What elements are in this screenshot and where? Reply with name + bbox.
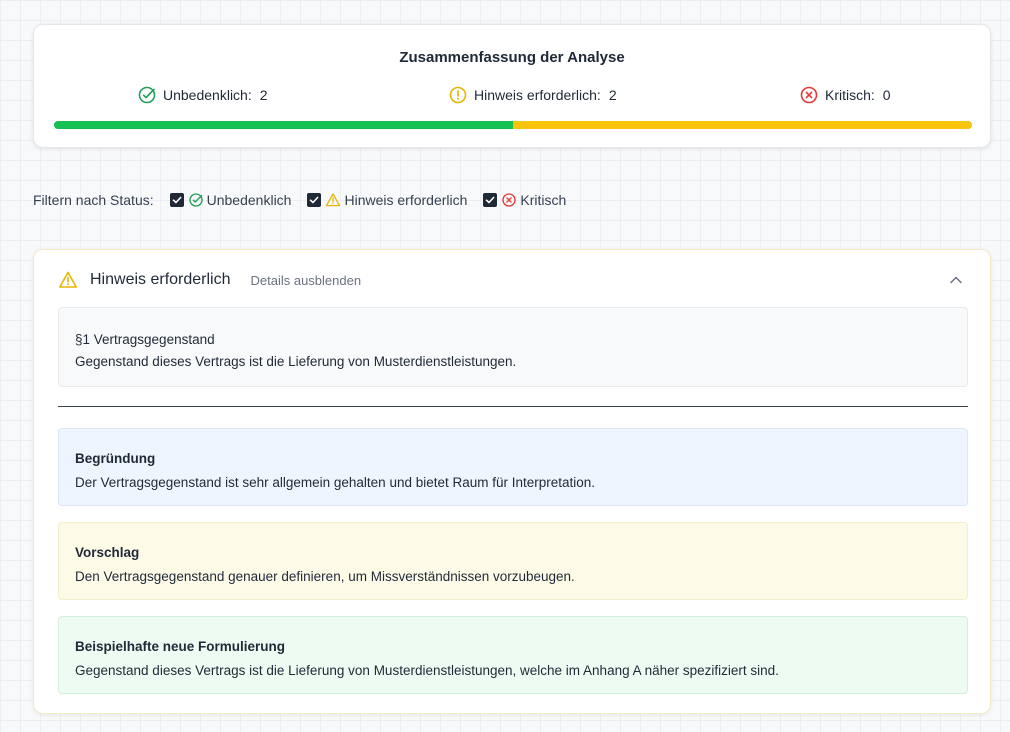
filter-option-label: Hinweis erforderlich: [344, 192, 468, 208]
chevron-up-icon[interactable]: [946, 270, 966, 290]
check-circle-icon: [137, 85, 157, 105]
warning-triangle-icon: [325, 192, 341, 208]
stat-hinweis: Hinweis erforderlich: 2: [448, 85, 617, 105]
reason-box: Begründung Der Vertragsgegenstand ist se…: [58, 428, 968, 506]
example-text: Gegenstand dieses Vertrags ist die Liefe…: [75, 663, 779, 678]
checkbox-kritisch[interactable]: [483, 193, 498, 207]
filter-option-label: Unbedenklich: [206, 192, 292, 208]
exclamation-circle-icon: [448, 85, 468, 105]
warning-triangle-icon: [58, 270, 78, 290]
filter-option-hinweis[interactable]: Hinweis erforderlich: [307, 192, 467, 208]
reason-title: Begründung: [75, 451, 156, 466]
divider: [58, 406, 968, 407]
summary-title: Zusammenfassung der Analyse: [399, 49, 625, 66]
finding-status-title: Hinweis erforderlich: [90, 271, 231, 288]
stat-ok-label: Unbedenklich:: [163, 87, 252, 103]
checkbox-unbedenklich[interactable]: [169, 193, 184, 207]
checkbox-hinweis[interactable]: [307, 193, 322, 207]
filter-option-kritisch[interactable]: Kritisch: [483, 192, 566, 208]
status-filter: Filtern nach Status: Unbedenklich Hinwei…: [33, 190, 582, 210]
stat-unbedenklich: Unbedenklich: 2: [137, 85, 268, 105]
filter-option-unbedenklich[interactable]: Unbedenklich: [169, 192, 292, 208]
stat-warn-count: 2: [608, 87, 617, 103]
summary-stats: Unbedenklich: 2 Hinweis erforderlich: 2 …: [34, 85, 990, 107]
hide-details-button[interactable]: Details ausblenden: [251, 273, 362, 288]
finding-header: Hinweis erforderlich Details ausblenden: [58, 268, 966, 292]
filter-option-label: Kritisch: [520, 192, 567, 208]
x-circle-icon: [501, 192, 517, 208]
suggestion-text: Den Vertragsgegenstand genauer definiere…: [75, 569, 575, 584]
reason-text: Der Vertragsgegenstand ist sehr allgemei…: [75, 475, 596, 490]
analysis-summary-card: Zusammenfassung der Analyse Unbedenklich…: [33, 24, 991, 148]
clause-box: §1 Vertragsgegenstand Gegenstand dieses …: [58, 307, 968, 387]
suggestion-title: Vorschlag: [75, 545, 140, 560]
stat-kritisch: Kritisch: 0: [799, 85, 891, 105]
filter-label: Filtern nach Status:: [33, 192, 154, 208]
clause-text: Gegenstand dieses Vertrags ist die Liefe…: [75, 354, 517, 369]
stat-crit-count: 0: [882, 87, 891, 103]
suggestion-box: Vorschlag Den Vertragsgegenstand genauer…: [58, 522, 968, 600]
progress-segment-warn: [513, 121, 972, 129]
x-circle-icon: [799, 85, 819, 105]
check-circle-icon: [188, 192, 204, 208]
finding-detail-card: Hinweis erforderlich Details ausblenden …: [33, 249, 991, 714]
status-progress-bar: [54, 121, 972, 129]
example-title: Beispielhafte neue Formulierung: [75, 639, 286, 654]
example-wording-box: Beispielhafte neue Formulierung Gegensta…: [58, 616, 968, 694]
stat-warn-label: Hinweis erforderlich:: [474, 87, 601, 103]
stat-ok-count: 2: [259, 87, 268, 103]
progress-segment-ok: [54, 121, 513, 129]
stat-crit-label: Kritisch:: [825, 87, 875, 103]
clause-heading: §1 Vertragsgegenstand: [75, 332, 215, 347]
